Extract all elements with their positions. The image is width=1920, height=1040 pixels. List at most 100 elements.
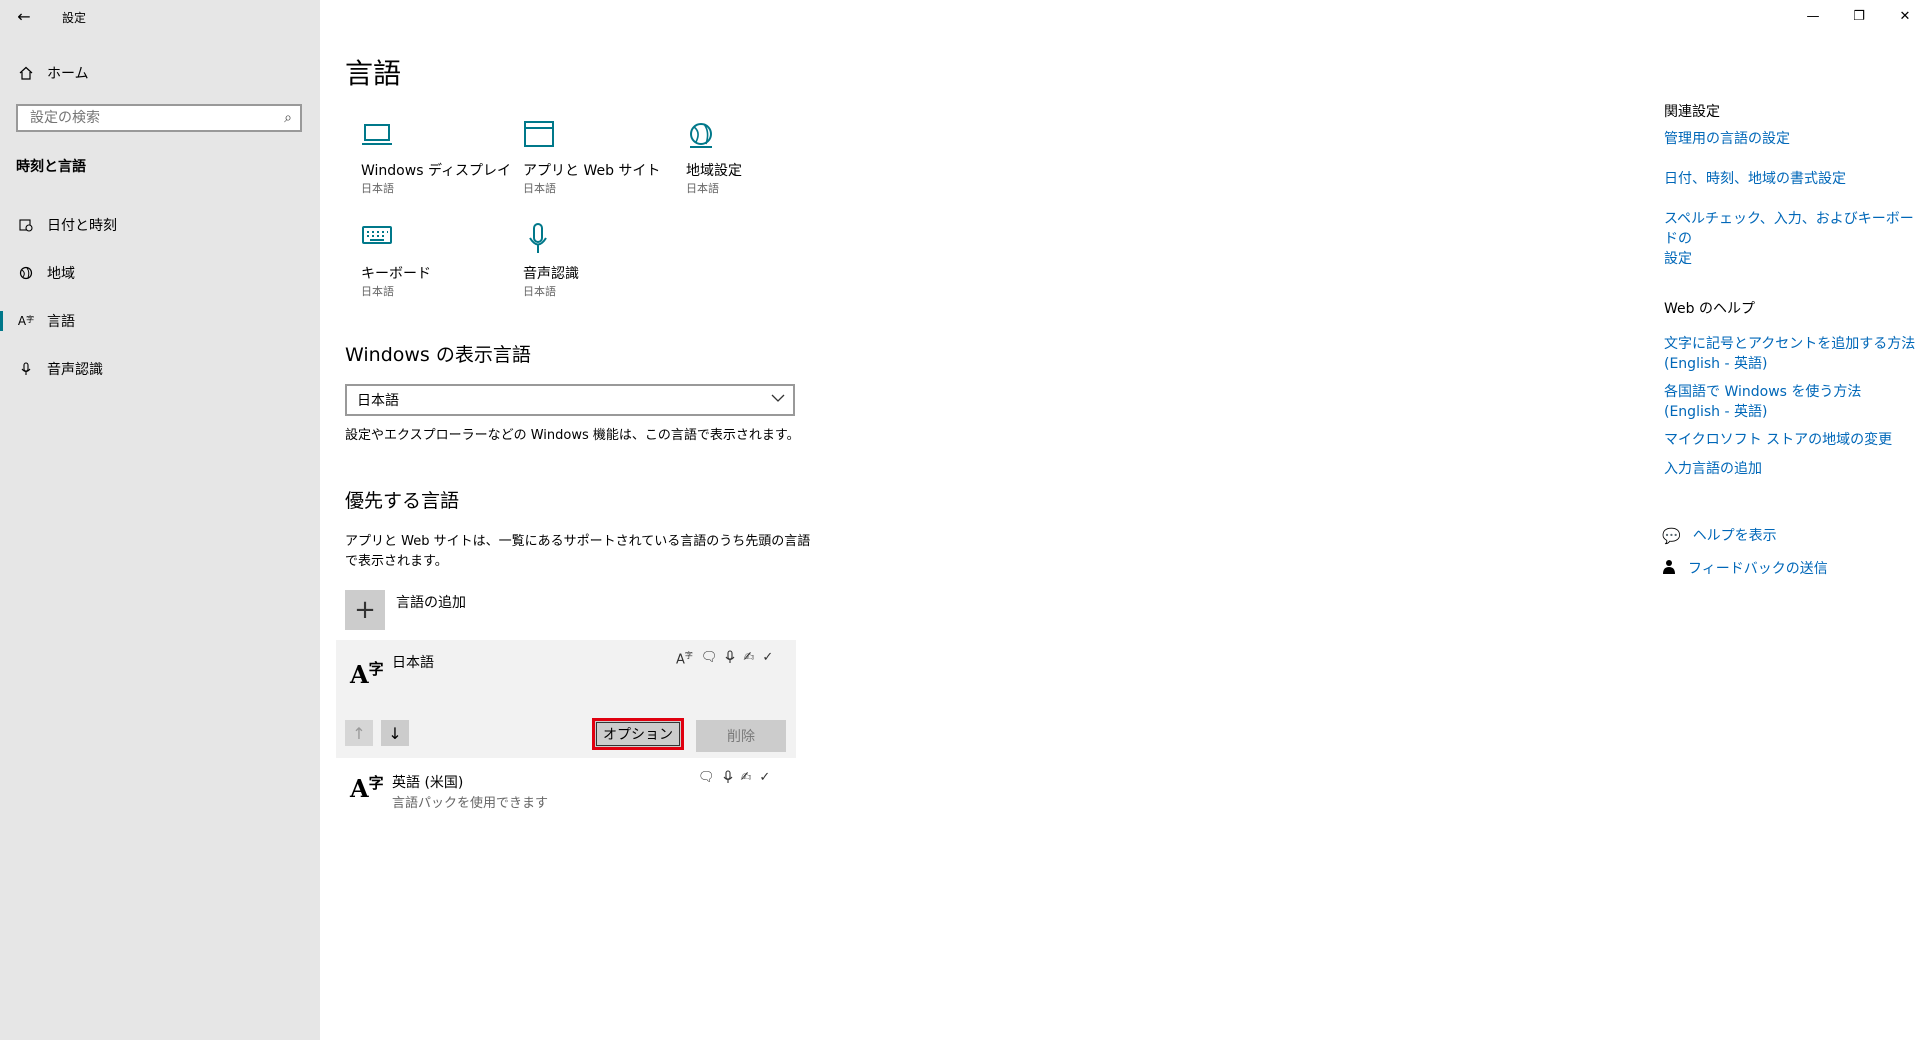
options-label: オプション: [596, 722, 680, 746]
related-settings-heading: 関連設定: [1664, 104, 1720, 120]
language-features: A字 🗨 ✍ ✓: [676, 650, 773, 668]
home-icon: [15, 66, 37, 80]
sidebar-item-speech[interactable]: 音声認識: [0, 351, 320, 387]
sidebar-item-label: 地域: [47, 266, 75, 282]
restore-button[interactable]: ❐: [1836, 0, 1882, 32]
language-glyph-icon: A字: [350, 658, 384, 689]
move-up-button[interactable]: ↑: [345, 720, 373, 746]
link-add-input-language[interactable]: 入力言語の追加: [1664, 459, 1762, 479]
close-button[interactable]: ✕: [1882, 0, 1920, 32]
sidebar-item-home[interactable]: ホーム: [0, 55, 320, 91]
speech-icon: 🗨: [698, 770, 715, 785]
globe-icon: [686, 120, 718, 152]
minimize-icon: —: [1806, 8, 1820, 24]
web-help-heading: Web のヘルプ: [1664, 301, 1755, 317]
glyph-b: 字: [368, 660, 384, 678]
sidebar-item-label: 日付と時刻: [47, 218, 117, 234]
sidebar-item-label: ホーム: [47, 66, 89, 82]
add-language-button[interactable]: +: [345, 590, 385, 630]
link-date-format[interactable]: 日付、時刻、地域の書式設定: [1664, 169, 1846, 189]
link-windows-languages[interactable]: 各国語で Windows を使う方法 (English - 英語): [1664, 382, 1861, 422]
help-label: ヘルプを表示: [1692, 528, 1777, 544]
plus-icon: +: [354, 595, 376, 625]
sidebar: ← 設定 ホーム ⌕ 時刻と言語 日付と時刻 地域 A字 言語 音声認識: [0, 0, 320, 1040]
handwriting-icon: ✍: [743, 650, 755, 665]
glyph-a: A: [350, 660, 369, 689]
calendar-clock-icon: [15, 218, 37, 232]
link-line: 設定: [1664, 251, 1692, 267]
link-store-region[interactable]: マイクロソフト ストアの地域の変更: [1664, 430, 1892, 450]
link-admin-language[interactable]: 管理用の言語の設定: [1664, 129, 1790, 149]
language-features: 🗨 ✍ ✓: [698, 770, 770, 788]
remove-button[interactable]: 削除: [696, 720, 786, 752]
microphone-icon: [723, 770, 733, 788]
microphone-icon: [523, 223, 555, 255]
glyph-b: 字: [368, 774, 384, 792]
language-icon: A字: [17, 314, 35, 328]
back-arrow-icon: ←: [17, 6, 31, 26]
dropdown-value: 日本語: [357, 393, 399, 409]
link-line: (English - 英語): [1664, 404, 1768, 420]
language-name: 英語 (米国): [392, 775, 464, 791]
link-line: (English - 英語): [1664, 356, 1768, 372]
language-item[interactable]: A字 英語 (米国) 言語パックを使用できます 🗨 ✍ ✓: [336, 760, 796, 820]
add-language-label[interactable]: 言語の追加: [396, 592, 466, 612]
close-icon: ✕: [1899, 8, 1911, 24]
spellcheck-icon: ✓: [762, 650, 774, 665]
description-line: アプリと Web サイトは、一覧にあるサポートされている言語のうち先頭の言語: [345, 534, 811, 549]
window-icon: [523, 120, 555, 152]
tile-sublabel: 日本語: [686, 182, 719, 195]
display-language-icon: A字: [676, 651, 693, 668]
minimize-button[interactable]: —: [1790, 0, 1836, 32]
sidebar-item-region[interactable]: 地域: [0, 255, 320, 291]
section-title: 時刻と言語: [16, 159, 86, 175]
language-item-selected[interactable]: A字 日本語 A字 🗨 ✍ ✓ ↑ ↓ オプション 削除: [336, 640, 796, 758]
tile-apps-websites[interactable]: アプリと Web サイト 日本語: [509, 120, 661, 210]
feedback-link[interactable]: フィードバックの送信: [1662, 559, 1828, 579]
sidebar-item-label: 音声認識: [47, 362, 103, 378]
sidebar-item-label: 言語: [47, 314, 75, 330]
link-line: 文字に記号とアクセントを追加する方法: [1664, 336, 1916, 352]
glyph-a: A: [350, 774, 369, 803]
back-button[interactable]: ←: [10, 4, 38, 28]
get-help-link[interactable]: 💬 ヘルプを表示: [1662, 526, 1777, 546]
tile-sublabel: 日本語: [523, 182, 556, 195]
tile-sublabel: 日本語: [361, 182, 394, 195]
link-line: 各国語で Windows を使う方法: [1664, 384, 1862, 400]
search-input[interactable]: [28, 109, 272, 127]
search-box[interactable]: ⌕: [16, 104, 302, 132]
options-button[interactable]: オプション: [592, 718, 684, 750]
page-title: 言語: [345, 57, 402, 90]
handwriting-icon: ✍: [740, 770, 752, 785]
microphone-icon: [725, 650, 735, 668]
tile-keyboard[interactable]: キーボード 日本語: [347, 223, 497, 313]
arrow-down-icon: ↓: [388, 723, 402, 743]
language-name: 日本語: [392, 655, 434, 671]
microphone-icon: [15, 362, 37, 376]
tile-label: キーボード: [361, 266, 431, 282]
sidebar-item-language[interactable]: A字 言語: [0, 303, 320, 339]
tile-sublabel: 日本語: [523, 285, 556, 298]
language-status: 言語パックを使用できます: [392, 796, 549, 811]
move-down-button[interactable]: ↓: [381, 720, 409, 746]
tile-windows-display[interactable]: Windows ディスプレイ 日本語: [347, 120, 511, 210]
restore-icon: ❐: [1853, 8, 1865, 24]
sidebar-item-datetime[interactable]: 日付と時刻: [0, 207, 320, 243]
arrow-up-icon: ↑: [352, 723, 366, 743]
chevron-down-icon: [771, 392, 785, 406]
tile-label: アプリと Web サイト: [523, 163, 661, 179]
link-spellcheck-keyboard[interactable]: スペルチェック、入力、およびキーボードの 設定: [1664, 209, 1920, 269]
tile-label: 地域設定: [686, 163, 742, 179]
display-language-dropdown[interactable]: 日本語: [345, 384, 795, 416]
help-chat-icon: 💬: [1662, 527, 1681, 545]
link-accents[interactable]: 文字に記号とアクセントを追加する方法 (English - 英語): [1664, 334, 1915, 374]
search-icon: ⌕: [284, 110, 292, 126]
feedback-label: フィードバックの送信: [1688, 561, 1828, 577]
tile-speech[interactable]: 音声認識 日本語: [509, 223, 659, 313]
tile-label: 音声認識: [523, 266, 579, 282]
tile-label: Windows ディスプレイ: [361, 163, 511, 179]
language-glyph-icon: A字: [350, 772, 384, 803]
link-line: スペルチェック、入力、およびキーボードの: [1664, 211, 1914, 247]
display-language-description: 設定やエクスプローラーなどの Windows 機能は、この言語で表示されます。: [345, 428, 800, 443]
tile-regional-settings[interactable]: 地域設定 日本語: [672, 120, 822, 210]
